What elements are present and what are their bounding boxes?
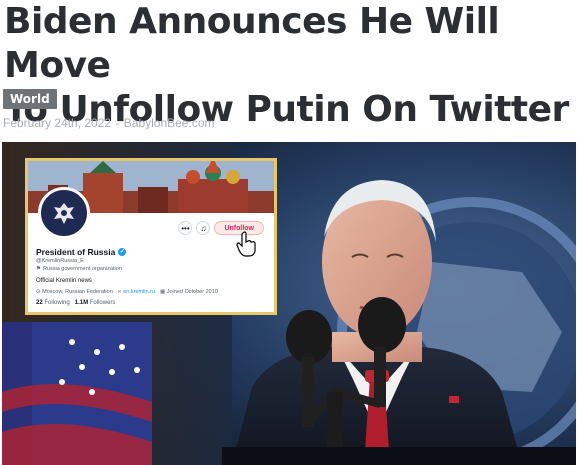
- byline-separator: -: [115, 116, 120, 130]
- following-count[interactable]: 22: [36, 300, 43, 306]
- profile-name: President of Russia ✓: [36, 247, 127, 257]
- ellipsis-icon[interactable]: •••: [178, 221, 193, 235]
- profile-handle: @KremlinRussia_E: [36, 258, 84, 264]
- profile-meta: ⊙ Moscow, Russian Federation ∞ en.kremli…: [36, 289, 218, 295]
- follow-stats: 22 Following 1.1M Followers: [36, 300, 115, 306]
- bell-plus-icon[interactable]: ♫: [196, 221, 211, 235]
- category-tag[interactable]: World: [3, 89, 57, 109]
- hero-image: ••• ♫ Unfollow President of Russia ✓ @Kr…: [2, 142, 576, 465]
- followers-count[interactable]: 1.1M: [75, 300, 88, 306]
- calendar-icon: ▦: [160, 289, 166, 295]
- org-label: ⚑ Russia government organization: [36, 266, 122, 272]
- website-link[interactable]: en.kremlin.ru: [123, 289, 155, 295]
- publish-date: February 24th, 2022: [3, 116, 112, 130]
- website[interactable]: ∞ en.kremlin.ru: [118, 289, 155, 295]
- byline: February 24th, 2022 - BabylonBee.com: [3, 116, 215, 130]
- followers-label[interactable]: Followers: [90, 300, 116, 306]
- flag-illustration: [2, 322, 152, 465]
- article-headline: Biden Announces He Will Move To Unfollow…: [4, 0, 576, 132]
- location: ⊙ Moscow, Russian Federation: [36, 289, 113, 295]
- twitter-profile-card: ••• ♫ Unfollow President of Russia ✓ @Kr…: [25, 158, 277, 315]
- joined-date: ▦ Joined October 2010: [160, 289, 218, 295]
- verified-badge-icon: ✓: [118, 248, 127, 256]
- flag-icon: ⚑: [36, 266, 41, 272]
- profile-avatar[interactable]: [38, 187, 90, 239]
- eagle-emblem-icon: [54, 203, 74, 224]
- location-pin-icon: ⊙: [36, 289, 41, 295]
- joined-text: Joined October 2010: [166, 289, 218, 295]
- org-label-text: Russia government organization: [42, 266, 122, 272]
- profile-bio: Official Kremlin news: [36, 278, 92, 284]
- source-site: BabylonBee.com: [123, 116, 215, 130]
- location-text: Moscow, Russian Federation: [42, 289, 113, 295]
- following-label[interactable]: Following: [44, 300, 69, 306]
- hand-cursor-icon: [236, 231, 256, 257]
- link-icon: ∞: [117, 289, 122, 295]
- display-name: President of Russia: [36, 247, 116, 257]
- headline-line-1: Biden Announces He Will Move: [4, 1, 500, 86]
